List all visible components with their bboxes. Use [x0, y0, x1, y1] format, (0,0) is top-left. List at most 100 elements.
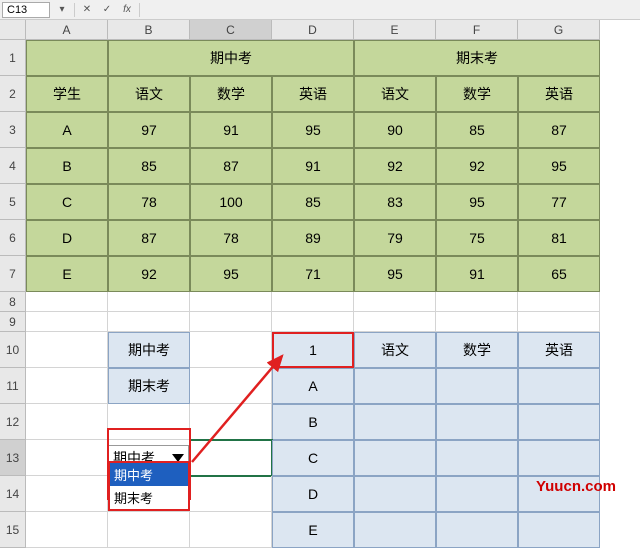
cell[interactable] — [518, 404, 600, 440]
cell[interactable] — [190, 332, 272, 368]
row-header-4[interactable]: 4 — [0, 148, 26, 184]
cell[interactable] — [26, 40, 108, 76]
cell[interactable] — [354, 476, 436, 512]
cell[interactable] — [26, 292, 108, 312]
cell[interactable] — [354, 404, 436, 440]
cell[interactable] — [108, 404, 190, 440]
cell[interactable]: A — [26, 112, 108, 148]
cell[interactable] — [436, 292, 518, 312]
cell[interactable]: 78 — [190, 220, 272, 256]
header-midterm[interactable]: 期中考 — [108, 40, 354, 76]
cell[interactable]: 75 — [436, 220, 518, 256]
result-index[interactable]: 1 — [272, 332, 354, 368]
cell[interactable] — [436, 476, 518, 512]
row-header-1[interactable]: 1 — [0, 40, 26, 76]
cell[interactable]: 95 — [354, 256, 436, 292]
cell[interactable] — [26, 404, 108, 440]
cell[interactable] — [190, 476, 272, 512]
header-chinese-f[interactable]: 语文 — [354, 76, 436, 112]
cell[interactable] — [108, 312, 190, 332]
name-box[interactable]: C13 — [2, 2, 50, 18]
cell[interactable]: 87 — [518, 112, 600, 148]
cell[interactable] — [190, 512, 272, 548]
result-subject[interactable]: 语文 — [354, 332, 436, 368]
row-header-13[interactable]: 13 — [0, 440, 26, 476]
col-header-D[interactable]: D — [272, 20, 354, 40]
cell[interactable] — [190, 292, 272, 312]
row-header-7[interactable]: 7 — [0, 256, 26, 292]
row-header-11[interactable]: 11 — [0, 368, 26, 404]
cell[interactable]: 77 — [518, 184, 600, 220]
cell[interactable] — [26, 476, 108, 512]
cell[interactable]: 79 — [354, 220, 436, 256]
cell[interactable]: 85 — [436, 112, 518, 148]
cell[interactable] — [354, 292, 436, 312]
cell[interactable]: 85 — [108, 148, 190, 184]
cell[interactable] — [518, 512, 600, 548]
cell[interactable]: 95 — [272, 112, 354, 148]
cell[interactable]: 92 — [354, 148, 436, 184]
cell[interactable]: 85 — [272, 184, 354, 220]
cell[interactable] — [518, 312, 600, 332]
header-student[interactable]: 学生 — [26, 76, 108, 112]
cell[interactable]: 87 — [190, 148, 272, 184]
dropdown-list[interactable]: 期中考 期末考 — [108, 461, 190, 511]
header-math-m[interactable]: 数学 — [190, 76, 272, 112]
cell[interactable] — [190, 404, 272, 440]
cell[interactable] — [26, 312, 108, 332]
label-midterm[interactable]: 期中考 — [108, 332, 190, 368]
cell[interactable] — [354, 440, 436, 476]
result-student[interactable]: D — [272, 476, 354, 512]
cell[interactable] — [436, 368, 518, 404]
result-student[interactable]: B — [272, 404, 354, 440]
cell[interactable]: 92 — [436, 148, 518, 184]
cell[interactable]: 100 — [190, 184, 272, 220]
col-header-B[interactable]: B — [108, 20, 190, 40]
cell[interactable]: 81 — [518, 220, 600, 256]
row-header-9[interactable]: 9 — [0, 312, 26, 332]
cell[interactable] — [108, 292, 190, 312]
row-header-8[interactable]: 8 — [0, 292, 26, 312]
cell[interactable] — [518, 292, 600, 312]
cancel-icon[interactable]: ✕ — [79, 2, 95, 18]
cell[interactable] — [190, 312, 272, 332]
col-header-E[interactable]: E — [354, 20, 436, 40]
dropdown-option-final[interactable]: 期末考 — [110, 486, 188, 509]
result-student[interactable]: C — [272, 440, 354, 476]
fx-icon[interactable]: fx — [119, 2, 135, 18]
cell[interactable] — [26, 512, 108, 548]
cell[interactable] — [518, 440, 600, 476]
cell[interactable] — [26, 332, 108, 368]
cell[interactable]: 87 — [108, 220, 190, 256]
cell[interactable] — [108, 512, 190, 548]
cell[interactable]: 91 — [272, 148, 354, 184]
cell[interactable] — [436, 512, 518, 548]
header-english-f[interactable]: 英语 — [518, 76, 600, 112]
cell[interactable]: 91 — [436, 256, 518, 292]
col-header-F[interactable]: F — [436, 20, 518, 40]
cell[interactable]: 89 — [272, 220, 354, 256]
result-student[interactable]: A — [272, 368, 354, 404]
namebox-dropdown-icon[interactable]: ▾ — [54, 2, 70, 18]
cell[interactable]: 83 — [354, 184, 436, 220]
cell[interactable]: D — [26, 220, 108, 256]
cell[interactable]: 95 — [436, 184, 518, 220]
cell[interactable] — [354, 512, 436, 548]
cell[interactable] — [436, 440, 518, 476]
result-subject[interactable]: 英语 — [518, 332, 600, 368]
cell[interactable]: 95 — [518, 148, 600, 184]
col-header-A[interactable]: A — [26, 20, 108, 40]
header-english-m[interactable]: 英语 — [272, 76, 354, 112]
row-header-10[interactable]: 10 — [0, 332, 26, 368]
row-header-6[interactable]: 6 — [0, 220, 26, 256]
result-subject[interactable]: 数学 — [436, 332, 518, 368]
cell[interactable] — [436, 312, 518, 332]
confirm-icon[interactable]: ✓ — [99, 2, 115, 18]
header-math-f[interactable]: 数学 — [436, 76, 518, 112]
result-student[interactable]: E — [272, 512, 354, 548]
cell[interactable]: 95 — [190, 256, 272, 292]
cell[interactable]: 90 — [354, 112, 436, 148]
cell[interactable] — [272, 292, 354, 312]
header-final[interactable]: 期末考 — [354, 40, 600, 76]
active-cell[interactable] — [190, 440, 272, 476]
